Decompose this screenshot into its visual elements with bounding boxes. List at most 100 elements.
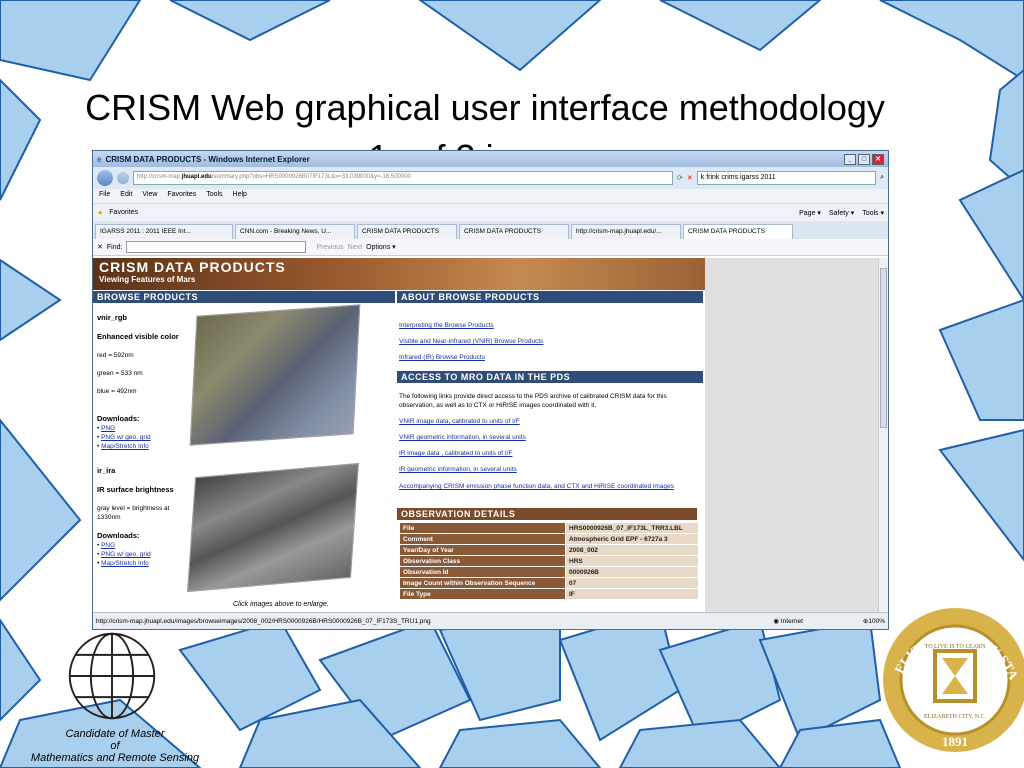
table-row: File HRS0000926B_07_IF173L_TRR3.LBL [399, 522, 699, 534]
address-input[interactable]: http://crism-map.jhuapl.edu/summary.php?… [133, 171, 673, 185]
right-gray-pane [705, 258, 880, 614]
tab-igarss[interactable]: IGARSS 2011 : 2011 IEEE Int... [95, 224, 233, 239]
banner-title: CRISM DATA PRODUCTS [99, 259, 286, 275]
access-link-ir-geo[interactable]: IR geometric information, in several uni… [399, 466, 517, 473]
tab-strip: IGARSS 2011 : 2011 IEEE Int... CNN.com -… [93, 221, 888, 239]
close-button[interactable]: ✕ [872, 153, 884, 165]
menu-help[interactable]: Help [233, 191, 247, 201]
find-options-button[interactable]: Options ▾ [366, 243, 396, 251]
vertical-scrollbar[interactable] [878, 258, 888, 614]
menu-file[interactable]: File [99, 191, 110, 201]
vnir-downloads-label: Downloads: [97, 414, 140, 423]
status-url: http://crism-map.jhuapl.edu/images/brows… [96, 617, 431, 625]
address-bar: http://crism-map.jhuapl.edu/summary.php?… [93, 167, 888, 189]
browser-window: e CRISM DATA PRODUCTS - Windows Internet… [92, 150, 889, 630]
safety-menu[interactable]: Safety ▾ [829, 209, 854, 217]
access-link-vnir-image[interactable]: VNIR image data, calibrated to units of … [399, 418, 520, 425]
ie-icon: e [97, 154, 102, 164]
about-link-ir[interactable]: Infrared (IR) Browse Products [399, 354, 485, 361]
refresh-icon[interactable]: ⟳ [677, 174, 683, 182]
vnir-red: red = 592nm [97, 352, 134, 359]
svg-text:TO LIVE IS TO LEARN: TO LIVE IS TO LEARN [925, 644, 986, 650]
vnir-block: vnir_rgb Enhanced visible color red = 59… [97, 313, 187, 451]
maximize-button[interactable]: □ [858, 153, 870, 165]
tab-cnn[interactable]: CNN.com - Breaking News, U... [235, 224, 355, 239]
ir-png-link[interactable]: PNG [101, 542, 115, 549]
access-link-vnir-geo[interactable]: VNIR geometric information, in several u… [399, 434, 526, 441]
menu-favorites[interactable]: Favorites [167, 191, 196, 201]
about-products-header: ABOUT BROWSE PRODUCTS [397, 291, 703, 303]
ir-map-stretch-link[interactable]: Map/Stretch Info [101, 560, 149, 567]
vnir-green: green = 533 nm [97, 370, 143, 377]
status-zone: ◉ Internet [773, 618, 803, 625]
menu-edit[interactable]: Edit [120, 191, 132, 201]
menu-tools[interactable]: Tools [206, 191, 222, 201]
vnir-png-grid-link[interactable]: PNG w/ geo. grid [101, 434, 151, 441]
find-next-button[interactable]: Next [348, 244, 362, 251]
ir-png-grid-link[interactable]: PNG w/ geo. grid [101, 551, 151, 558]
access-link-epf[interactable]: Accompanying CRISM emission phase functi… [399, 483, 674, 490]
ir-gray: gray level = brightness at 1330nm [97, 505, 170, 521]
find-input[interactable] [126, 241, 307, 253]
menu-bar: File Edit View Favorites Tools Help [93, 189, 888, 203]
slide-title-line1: CRISM Web graphical user interface metho… [85, 87, 885, 128]
svg-text:ELIZABETH CITY, N.C.: ELIZABETH CITY, N.C. [924, 714, 987, 720]
observation-header: OBSERVATION DETAILS [397, 508, 697, 520]
table-row: Year/Day of Year 2008_002 [399, 544, 699, 556]
ir-name: ir_ira [97, 466, 116, 475]
access-text: The following links provide direct acces… [399, 393, 667, 409]
access-link-ir-image[interactable]: IR image data , calibrated to units of I… [399, 450, 512, 457]
table-row: File Type IF [399, 588, 699, 600]
page-menu[interactable]: Page ▾ [799, 209, 821, 217]
about-link-vnir[interactable]: Visible and Near-infrared (VNIR) Browse … [399, 338, 543, 345]
star-icon: ★ [97, 209, 104, 217]
globe-icon: ◉ [773, 618, 781, 625]
close-find-icon[interactable]: ✕ [97, 243, 103, 251]
favorites-button[interactable]: Favorites [109, 209, 138, 216]
tab-crism-2[interactable]: CRISM DATA PRODUCTS [459, 224, 569, 239]
tab-crism-map[interactable]: http://crism-map.jhuapl.edu/... [571, 224, 681, 239]
ir-downloads-label: Downloads: [97, 531, 140, 540]
ecsu-seal-icon: ELIZABETH CITY STATE UNIVERSITY TO LIVE … [880, 596, 1024, 752]
vnir-blue: blue = 492nm [97, 388, 137, 395]
table-row: Observation Class HRS [399, 555, 699, 567]
tab-crism-1[interactable]: CRISM DATA PRODUCTS [357, 224, 457, 239]
stop-icon[interactable]: ✕ [687, 174, 693, 182]
back-button[interactable] [97, 170, 113, 186]
status-bar: http://crism-map.jhuapl.edu/images/brows… [93, 612, 888, 629]
ir-desc: IR surface brightness [97, 485, 174, 494]
window-title: CRISM DATA PRODUCTS - Windows Internet E… [105, 154, 310, 164]
tab-crism-active[interactable]: CRISM DATA PRODUCTS [683, 224, 793, 239]
about-link-interpreting[interactable]: Interpreting the Browse Products [399, 322, 494, 329]
ir-block: ir_ira IR surface brightness gray level … [97, 466, 177, 568]
vnir-name: vnir_rgb [97, 313, 128, 322]
search-icon[interactable]: ⌕ [880, 174, 884, 182]
banner-subtitle: Viewing Features of Mars [99, 275, 196, 284]
table-row: Observation Id 0000926B [399, 566, 699, 578]
find-label: Find: [106, 243, 123, 251]
vnir-png-link[interactable]: PNG [101, 425, 115, 432]
forward-button[interactable] [117, 172, 129, 184]
menu-view[interactable]: View [142, 191, 157, 201]
page-content: CRISM DATA PRODUCTS Viewing Features of … [93, 258, 880, 614]
access-header: ACCESS TO MRO DATA IN THE PDS [397, 371, 703, 383]
vnir-desc: Enhanced visible color [97, 332, 179, 341]
browse-products-header: BROWSE PRODUCTS [93, 291, 395, 303]
table-row: Image Count within Observation Sequence 0… [399, 577, 699, 589]
find-bar: ✕ Find: Previous Next Options ▾ [93, 239, 888, 256]
scrollbar-thumb[interactable] [880, 268, 887, 428]
image-caption: Click images above to enlarge. [233, 601, 329, 608]
minimize-button[interactable]: _ [844, 153, 856, 165]
tools-menu[interactable]: Tools ▾ [862, 209, 884, 217]
observation-table: File HRS0000926B_07_IF173L_TRR3.LBL Comme… [399, 522, 699, 600]
ir-browse-image[interactable] [186, 462, 360, 593]
favorites-bar: ★ Favorites Page ▾ Safety ▾ Tools ▾ [93, 203, 888, 221]
window-titlebar: e CRISM DATA PRODUCTS - Windows Internet… [93, 151, 888, 167]
table-row: Comment Atmospheric Grid EPF - 6727a 3 [399, 533, 699, 545]
globe-logo-icon [68, 632, 156, 720]
vnir-browse-image[interactable] [189, 304, 361, 446]
vnir-map-stretch-link[interactable]: Map/Stretch Info [101, 443, 149, 450]
candidate-caption: Candidate of Master of Mathematics and R… [30, 728, 200, 764]
find-previous-button[interactable]: Previous [316, 244, 343, 251]
search-input[interactable]: k frink crims igarss 2011 [696, 171, 877, 185]
